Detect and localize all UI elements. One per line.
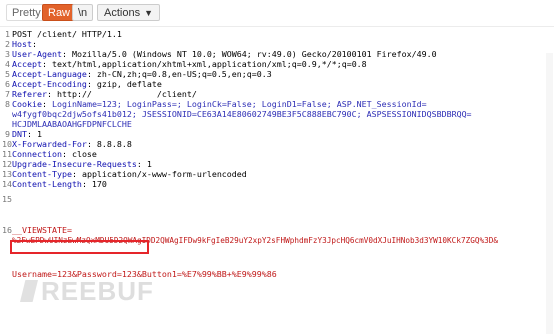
vertical-scrollbar[interactable] xyxy=(546,53,553,334)
actions-label: Actions xyxy=(104,7,141,19)
actions-dropdown-button[interactable]: Actions ▼ xyxy=(97,4,160,21)
tab-show-newlines[interactable]: \n xyxy=(72,4,94,21)
freebuf-watermark: REEBUF xyxy=(20,276,190,306)
credentials-highlight-box xyxy=(10,240,149,254)
blank-line: 15 xyxy=(2,194,12,204)
tab-pretty[interactable]: Pretty xyxy=(6,4,47,21)
tab-raw[interactable]: Raw xyxy=(42,4,77,21)
chevron-down-icon: ▼ xyxy=(144,8,153,18)
message-editor-toolbar: Pretty Raw \n Actions ▼ xyxy=(0,0,554,25)
header-content-length: 14Content-Length: 170 xyxy=(2,179,107,189)
freebuf-logo-icon xyxy=(20,280,38,302)
raw-request-editor[interactable]: 1 POST /client/ HTTP/1.1 2 Host: 3 User-Age… xyxy=(0,26,554,334)
